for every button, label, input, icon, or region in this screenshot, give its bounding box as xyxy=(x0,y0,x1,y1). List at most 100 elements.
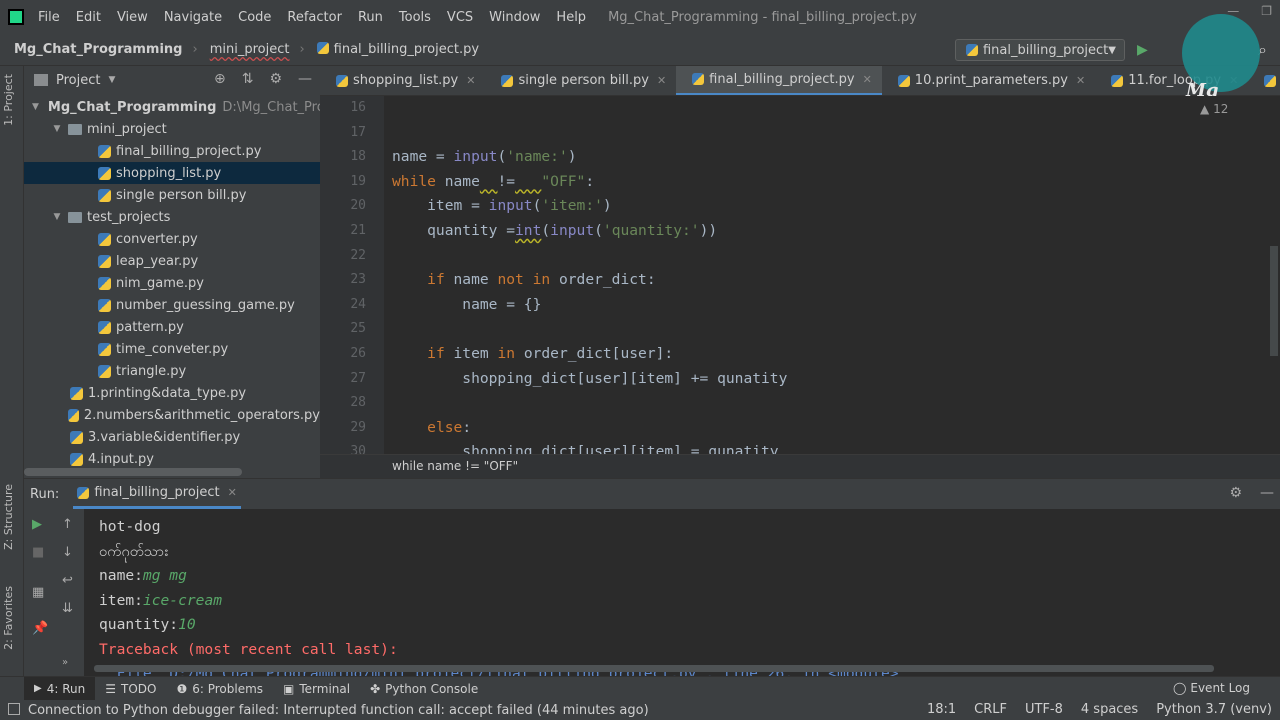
up-arrow-icon[interactable]: ↑ xyxy=(62,517,73,532)
tree-file-item[interactable]: triangle.py xyxy=(24,360,320,382)
menu-vcs[interactable]: VCS xyxy=(439,10,481,25)
tool-todo-button[interactable]: ☰ TODO xyxy=(95,677,166,701)
python-file-icon xyxy=(98,320,111,334)
close-icon[interactable]: ✕ xyxy=(228,486,237,499)
rerun-icon[interactable]: ▶ xyxy=(32,517,42,532)
chevron-down-icon: ▼ xyxy=(1108,44,1116,56)
layout-icon[interactable]: ▦ xyxy=(32,585,44,600)
python-file-icon xyxy=(98,232,111,246)
line-separator[interactable]: CRLF xyxy=(974,702,1007,717)
collapse-all-icon[interactable]: ⇅ xyxy=(242,71,254,87)
menu-refactor[interactable]: Refactor xyxy=(279,10,350,25)
close-icon[interactable]: ✕ xyxy=(1076,74,1085,87)
python-console-icon: ✤ xyxy=(370,681,381,696)
tree-file-item[interactable]: pattern.py xyxy=(24,316,320,338)
favorites-tool-button[interactable]: 2: Favorites xyxy=(2,586,15,650)
expand-arrow-icon[interactable]: ▼ xyxy=(32,102,39,112)
tree-item-label: shopping_list.py xyxy=(116,165,222,181)
editor-vertical-scrollbar[interactable] xyxy=(1268,96,1280,454)
editor-tab[interactable]: 10.print_parameters.py ✕ xyxy=(882,66,1095,95)
editor-tab[interactable]: final_billing_project.py ✕ xyxy=(676,66,882,95)
more-icon[interactable]: » xyxy=(62,657,68,668)
caret-position[interactable]: 18:1 xyxy=(927,702,956,717)
scrollbar-thumb[interactable] xyxy=(1270,246,1278,356)
tree-file-item[interactable]: final_billing_project.py xyxy=(24,140,320,162)
tree-folder-item[interactable]: ▼ Mg_Chat_Programming D:\Mg_Chat_Prog xyxy=(24,96,333,118)
project-panel-title[interactable]: Project xyxy=(56,73,100,88)
menu-window[interactable]: Window xyxy=(481,10,548,25)
menu-view[interactable]: View xyxy=(109,10,156,25)
pin-icon[interactable]: 📌 xyxy=(32,621,48,636)
structure-tool-button[interactable]: Z: Structure xyxy=(2,484,15,550)
tree-file-item[interactable]: leap_year.py xyxy=(24,250,320,272)
hide-icon[interactable]: — xyxy=(1260,485,1274,501)
python-file-icon xyxy=(966,44,978,56)
breadcrumb-project[interactable]: Mg_Chat_Programming xyxy=(0,42,185,57)
tree-file-item[interactable]: shopping_list.py xyxy=(24,162,320,184)
menu-help[interactable]: Help xyxy=(548,10,594,25)
expand-arrow-icon[interactable]: ▼ xyxy=(50,124,64,134)
horizontal-scrollbar[interactable] xyxy=(24,468,242,476)
menu-file[interactable]: File xyxy=(30,10,68,25)
run-tab[interactable]: final_billing_project ✕ xyxy=(73,479,241,509)
scroll-to-end-icon[interactable]: ⇊ xyxy=(62,601,73,616)
console-output[interactable]: hot-dog ဝက်ဂုတ်သား name:mg mg item:ice-crea… xyxy=(99,515,899,687)
project-tree: ▼ Mg_Chat_Programming D:\Mg_Chat_Prog ▼ mini… xyxy=(24,96,333,470)
tool-problems-button[interactable]: ❶ 6: Problems xyxy=(166,677,273,701)
tree-file-item[interactable]: number_guessing_game.py xyxy=(24,294,320,316)
project-tool-button[interactable]: 1: Project xyxy=(2,74,15,126)
close-icon[interactable]: ✕ xyxy=(657,74,666,87)
tree-file-item[interactable]: 3.variable&identifier.py xyxy=(24,426,320,448)
expand-arrow-icon[interactable]: ▼ xyxy=(50,212,64,222)
tree-file-item[interactable]: 1.printing&data_type.py xyxy=(24,382,320,404)
tree-file-item[interactable]: time_conveter.py xyxy=(24,338,320,360)
menu-edit[interactable]: Edit xyxy=(68,10,109,25)
inspection-widget[interactable]: ▲ 12 xyxy=(1200,102,1228,116)
soft-wrap-icon[interactable]: ↩ xyxy=(62,573,73,588)
stop-icon[interactable]: ■ xyxy=(32,545,44,560)
code-editor[interactable]: name = input('name:') while name != "OFF… xyxy=(384,96,1264,454)
chevron-down-icon[interactable]: ▼ xyxy=(108,75,115,85)
hide-icon[interactable]: — xyxy=(298,71,312,87)
python-interpreter[interactable]: Python 3.7 (venv) xyxy=(1156,702,1272,717)
line-number: 18 xyxy=(350,149,366,165)
menu-run[interactable]: Run xyxy=(350,10,391,25)
tree-folder-item[interactable]: ▼ mini_project xyxy=(24,118,320,140)
event-log-button[interactable]: ◯ Event Log xyxy=(1173,681,1250,695)
locate-icon[interactable]: ⊕ xyxy=(214,71,226,87)
down-arrow-icon[interactable]: ↓ xyxy=(62,545,73,560)
tree-folder-item[interactable]: ▼ test_projects xyxy=(24,206,320,228)
status-toggle-icon[interactable] xyxy=(8,703,20,715)
run-configuration-select[interactable]: final_billing_project ▼ xyxy=(955,39,1125,61)
file-encoding[interactable]: UTF-8 xyxy=(1025,702,1063,717)
close-icon[interactable]: ✕ xyxy=(863,73,872,86)
console-user-input: mg mg xyxy=(142,567,187,584)
warning-icon: ▲ xyxy=(1200,102,1210,116)
python-file-icon xyxy=(67,408,79,422)
tool-python-console-button[interactable]: ✤ Python Console xyxy=(360,677,488,701)
breadcrumb-file[interactable]: final_billing_project.py xyxy=(305,42,481,57)
close-icon[interactable]: ✕ xyxy=(466,74,475,87)
menu-navigate[interactable]: Navigate xyxy=(156,10,230,25)
line-number: 26 xyxy=(350,345,366,361)
breadcrumb-separator-icon: › xyxy=(192,42,198,57)
run-icon[interactable]: ▶ xyxy=(1137,42,1148,58)
menu-code[interactable]: Code xyxy=(230,10,279,25)
console-horizontal-scrollbar[interactable] xyxy=(94,665,1214,672)
menu-tools[interactable]: Tools xyxy=(391,10,439,25)
editor-tab[interactable]: shopping_list.py ✕ xyxy=(320,66,485,95)
tree-file-item[interactable]: converter.py xyxy=(24,228,320,250)
status-message[interactable]: Connection to Python debugger failed: In… xyxy=(28,703,649,718)
tree-file-item[interactable]: 4.input.py xyxy=(24,448,320,470)
indent-setting[interactable]: 4 spaces xyxy=(1081,702,1138,717)
tool-run-button[interactable]: ▶ 4: Run xyxy=(24,676,96,701)
editor-tab[interactable]: single person bill.py ✕ xyxy=(485,66,676,95)
tool-terminal-button[interactable]: ▣ Terminal xyxy=(273,677,360,701)
editor-breadcrumb[interactable]: while name != "OFF" xyxy=(392,459,518,473)
breadcrumb-folder[interactable]: mini_project xyxy=(198,42,292,57)
gear-icon[interactable]: ⚙ xyxy=(269,71,282,87)
tree-file-item[interactable]: 2.numbers&arithmetic_operators.py xyxy=(24,404,320,426)
tree-file-item[interactable]: nim_game.py xyxy=(24,272,320,294)
gear-icon[interactable]: ⚙ xyxy=(1229,485,1242,501)
tree-file-item[interactable]: single person bill.py xyxy=(24,184,320,206)
